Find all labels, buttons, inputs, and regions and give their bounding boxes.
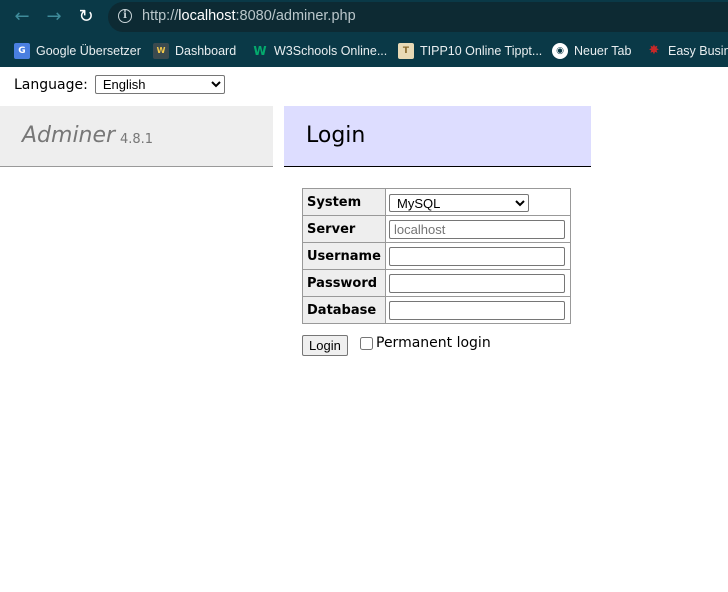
server-label: Server: [302, 215, 386, 243]
url-path: :8080/adminer.php: [235, 8, 356, 24]
login-form-table: System MySQL Server Username Password: [302, 188, 571, 324]
bookmark-label: Easy Busine: [668, 43, 728, 58]
login-button[interactable]: Login: [302, 335, 348, 356]
browser-toolbar: ← → ↻ i http://localhost:8080/adminer.ph…: [0, 0, 728, 34]
form-row-database: Database: [302, 296, 571, 324]
system-cell: MySQL: [385, 188, 571, 216]
bookmark-label: Dashboard: [175, 43, 237, 58]
brand-header: Adminer 4.8.1: [0, 106, 273, 167]
permanent-login[interactable]: Permanent login: [360, 335, 491, 351]
content-header: Login: [284, 106, 591, 167]
page-content: Language: English Adminer 4.8.1 Login Sy…: [0, 67, 728, 592]
back-arrow-icon[interactable]: ←: [10, 5, 34, 29]
password-label: Password: [302, 269, 386, 297]
database-input[interactable]: [389, 301, 565, 320]
bookmark-google-translate[interactable]: G Google Übersetzer: [14, 34, 141, 67]
bookmarks-bar: G Google Übersetzer W Dashboard W W3Scho…: [0, 34, 728, 67]
new-tab-icon: ◉: [552, 42, 568, 59]
bookmark-label: Neuer Tab: [574, 43, 632, 58]
easy-business-icon: ✸: [648, 42, 660, 58]
bookmark-label: TIPP10 Online Tippt...: [420, 43, 543, 58]
address-bar[interactable]: i http://localhost:8080/adminer.php: [108, 2, 728, 32]
bookmark-label: Google Übersetzer: [36, 43, 141, 58]
password-input[interactable]: [389, 274, 565, 293]
bookmark-w3schools[interactable]: W W3Schools Online...: [252, 34, 387, 67]
page-title: Login: [306, 123, 366, 148]
permanent-login-checkbox[interactable]: [360, 336, 373, 350]
username-label: Username: [302, 242, 386, 270]
system-select[interactable]: MySQL: [389, 193, 529, 212]
bookmark-new-tab[interactable]: ◉ Neuer Tab: [552, 34, 631, 67]
language-label: Language:: [14, 76, 88, 93]
form-row-username: Username: [302, 242, 571, 270]
url-text[interactable]: http://localhost:8080/adminer.php: [142, 8, 356, 24]
info-icon[interactable]: i: [118, 9, 132, 23]
form-row-password: Password: [302, 269, 571, 297]
permanent-login-label[interactable]: Permanent login: [376, 335, 491, 351]
bookmark-label: W3Schools Online...: [274, 43, 388, 58]
database-cell: [385, 296, 571, 324]
reload-icon[interactable]: ↻: [74, 5, 98, 29]
brand-link[interactable]: Adminer: [22, 123, 115, 148]
username-input[interactable]: [389, 247, 565, 266]
google-translate-icon: G: [14, 42, 30, 59]
dashboard-icon: W: [153, 42, 169, 59]
database-label: Database: [302, 296, 386, 324]
username-cell: [385, 242, 571, 270]
server-input[interactable]: [389, 220, 565, 239]
tipp10-icon: T: [398, 42, 414, 59]
bookmark-easy-business[interactable]: ✸ Easy Busine: [646, 34, 728, 67]
url-scheme: http://: [142, 8, 179, 24]
bookmark-dashboard[interactable]: W Dashboard: [153, 34, 236, 67]
system-label: System: [302, 188, 386, 216]
form-row-server: Server: [302, 215, 571, 243]
forward-arrow-icon[interactable]: →: [42, 5, 66, 29]
language-switcher: Language: English: [14, 75, 225, 94]
bookmark-tipp10[interactable]: T TIPP10 Online Tippt...: [398, 34, 542, 67]
w3schools-icon: W: [253, 43, 267, 58]
version-text[interactable]: 4.8.1: [120, 132, 153, 147]
password-cell: [385, 269, 571, 297]
language-select[interactable]: English: [94, 75, 225, 94]
url-host: localhost: [178, 8, 236, 24]
server-cell: [385, 215, 571, 243]
form-row-system: System MySQL: [302, 188, 571, 216]
